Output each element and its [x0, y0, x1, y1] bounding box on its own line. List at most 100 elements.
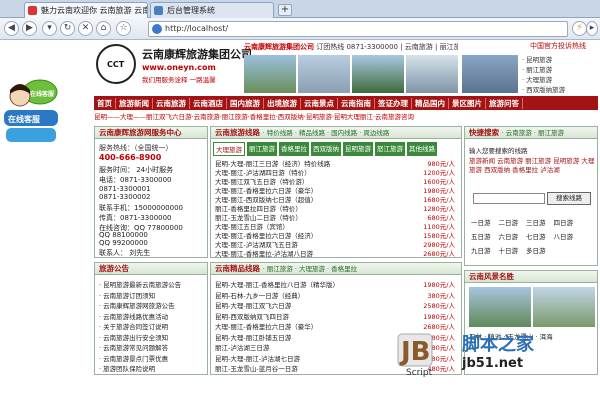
announcement-item[interactable]: · 关于旅游合同签订说明 — [99, 321, 205, 331]
search-input[interactable] — [473, 193, 545, 204]
day-filter-link[interactable]: 多日游 — [526, 245, 546, 255]
search-hint: 输入您要搜索的线路 — [469, 147, 528, 155]
day-filter-link[interactable]: 十日游 — [499, 245, 519, 255]
online-service-widget[interactable] — [2, 72, 58, 144]
search-button[interactable]: 搜索线路 — [547, 192, 591, 205]
subtab-dali[interactable]: 大理旅游 — [213, 142, 245, 156]
menu-item-guide[interactable]: 云南指南 — [338, 97, 375, 109]
watermark-script: Script — [406, 368, 433, 378]
main-menu: 首页 旅游新闻 云南旅游 云南酒店 国内旅游 出境旅游 云南景点 云南指南 签证… — [94, 96, 598, 110]
menu-item-hotel[interactable]: 云南酒店 — [190, 97, 227, 109]
home-icon[interactable]: ⌂ — [96, 21, 111, 36]
url-text: http://localhost/ — [165, 24, 229, 33]
premium-route-title[interactable]: 昆明-石林-九乡一日游（经典） — [215, 290, 405, 300]
news-ticker[interactable]: 昆明——大理——丽江双飞六日游·云南旅游·丽江旅游·香格里拉·西双版纳·昆明旅游… — [94, 111, 598, 121]
forward-arrow-icon[interactable]: ▶ — [22, 21, 37, 36]
day-filter-link[interactable]: 三日游 — [526, 217, 546, 227]
premium-route-title[interactable]: 丽江-玉龙雪山-蓝月谷一日游 — [215, 363, 405, 373]
day-filter-link[interactable]: 九日游 — [471, 245, 491, 255]
qq-link[interactable]: QQ 99200000 — [99, 239, 148, 247]
reload-icon[interactable]: ↻ — [60, 21, 75, 36]
premium-route-price: 2580元/人 — [423, 302, 455, 310]
subtab-nujiang[interactable]: 怒江旅游 — [375, 142, 405, 156]
announcement-item[interactable]: · 云南旅游订团须知 — [99, 290, 205, 300]
new-tab-button[interactable]: + — [278, 4, 292, 16]
menu-item-home[interactable]: 首页 — [94, 97, 116, 109]
menu-item-scenic[interactable]: 云南景点 — [301, 97, 338, 109]
tab-bar: 魅力云南欢迎你 云南旅游 云南... 后台管理系统 + — [0, 0, 600, 18]
premium-route-price: 1980元/人 — [423, 312, 455, 321]
day-filter-link[interactable]: 五日游 — [471, 231, 491, 241]
subtab-lijiang[interactable]: 丽江旅游 — [247, 142, 277, 156]
history-icon[interactable]: ☆ — [116, 21, 131, 36]
premium-route-title[interactable]: 昆明-大理-丽江-香格里拉八日游（精华版） — [215, 279, 405, 289]
hotline-links[interactable]: | 云南旅游 | 丽江旅游 | 云南旅游 | — [400, 43, 458, 51]
panel-links[interactable]: · 云南旅游 · 丽江旅游 — [502, 129, 564, 137]
panel-title: 云南康辉旅游网服务中心 — [95, 127, 207, 139]
menu-item-domestic[interactable]: 国内旅游 — [227, 97, 264, 109]
navigation-bar: ◀ ▶ ▾ ↻ ✕ ⌂ ☆ http://localhost/ ⚡ ▸ — [0, 18, 600, 40]
back-arrow-icon[interactable]: ◀ — [4, 21, 19, 36]
announcement-item[interactable]: · 云南旅游常见问题解答 — [99, 342, 205, 352]
search-tags[interactable]: 旅游新闻 云南旅游 丽江旅游 昆明旅游 大理旅游 西双版纳 香格里拉 泸沽湖 — [469, 157, 595, 175]
announcement-item[interactable]: · 云南旅游景点门票优惠 — [99, 353, 205, 363]
panel-title: 云南风景名胜 — [465, 271, 597, 283]
address-bar[interactable]: http://localhost/ — [148, 21, 568, 37]
premium-route-title[interactable]: 昆明-西双版纳双飞四日游 — [215, 311, 405, 321]
scenic-photo[interactable] — [469, 287, 531, 327]
day-filter-link[interactable]: 七日游 — [526, 231, 546, 241]
day-filter-link[interactable]: 六日游 — [499, 231, 519, 241]
menu-item-photos[interactable]: 景区图片 — [449, 97, 486, 109]
subtab-other[interactable]: 其他线路 — [407, 142, 437, 156]
panel-links[interactable]: · 丽江旅游 · 大理旅游 · 香格里拉 — [263, 265, 358, 273]
route-item-title[interactable]: 大理-丽江-香格里拉-泸沽湖八日游 — [215, 248, 405, 258]
announcement-panel: 旅游公告 · 昆明旅游最新云南旅游公告 · 云南旅游订团须知 · 云南康辉旅游网旅游… — [94, 262, 208, 375]
side-link[interactable]: · 昆明旅游 — [522, 55, 598, 65]
tab-label: 后台管理系统 — [167, 6, 215, 15]
bolt-icon[interactable]: ⚡ — [572, 21, 587, 36]
side-link[interactable]: · 大理旅游 — [522, 75, 598, 85]
announcement-item[interactable]: · 云南旅游线路优惠活动 — [99, 311, 205, 321]
tab-label: 魅力云南欢迎你 云南旅游 云南... — [41, 6, 148, 15]
city-photo — [462, 55, 518, 93]
menu-item-premium[interactable]: 精品国内 — [412, 97, 449, 109]
tab-yunnan-travel[interactable]: 魅力云南欢迎你 云南旅游 云南... — [24, 2, 148, 18]
hotline-label: 云南康辉旅游集团公司 — [244, 43, 314, 51]
day-filter-link[interactable]: 四日游 — [554, 217, 574, 227]
stop-icon[interactable]: ✕ — [78, 21, 93, 36]
side-link[interactable]: · 西双版纳旅游 — [522, 85, 598, 95]
day-filter-link[interactable]: 二日游 — [499, 217, 519, 227]
panel-links[interactable]: · 特价线路 · 精品线路 · 国内线路 · 周边线路 — [263, 129, 390, 137]
scenic-photo[interactable] — [533, 287, 595, 327]
premium-route-title[interactable]: 昆明-大理-丽江-泸沽湖七日游 — [215, 353, 405, 363]
dropdown-icon[interactable]: ▾ — [42, 21, 57, 36]
premium-route-title[interactable]: 大理-丽江-香格里拉六日游（豪华） — [215, 321, 405, 331]
menu-item-qa[interactable]: 旅游问答 — [486, 97, 523, 109]
tab-admin[interactable]: 后台管理系统 — [150, 2, 274, 18]
announcement-item[interactable]: · 云南康辉旅游网旅游公告 — [99, 300, 205, 310]
premium-route-title[interactable]: 丽江-泸沽湖三日游 — [215, 342, 405, 352]
qq-link[interactable]: QQ 88100000 — [99, 231, 148, 239]
menu-item-yunnan-travel[interactable]: 云南旅游 — [153, 97, 190, 109]
panel-title: 快捷搜索 · 云南旅游 · 丽江旅游 — [465, 127, 597, 139]
announcement-item[interactable]: · 云南旅游出行安全须知 — [99, 332, 205, 342]
premium-route-title[interactable]: 昆明-大理-丽江卧铺五日游 — [215, 332, 405, 342]
menu-item-visa[interactable]: 签证办理 — [375, 97, 412, 109]
premium-route-title[interactable]: 昆明-大理-丽江双飞六日游 — [215, 300, 405, 310]
header-photo-strip — [244, 55, 458, 93]
brand-logo[interactable]: CCT — [96, 44, 136, 84]
subtab-shangrila[interactable]: 香格里拉 — [279, 142, 309, 156]
announcement-item[interactable]: · 昆明旅游最新云南旅游公告 — [99, 279, 205, 289]
day-filter-link[interactable]: 八日游 — [554, 231, 574, 241]
scenic-photo — [352, 55, 404, 93]
complaint-link[interactable]: 中国官方投诉热线 — [530, 41, 586, 51]
side-link[interactable]: · 丽江旅游 — [522, 65, 598, 75]
menu-item-outbound[interactable]: 出境旅游 — [264, 97, 301, 109]
menu-arrow-icon[interactable]: ▸ — [586, 21, 598, 36]
service-row: 传真：0871-3300000 — [99, 214, 172, 222]
subtab-xishuangbanna[interactable]: 西双版纳 — [311, 142, 341, 156]
subtab-kunming[interactable]: 昆明旅游 — [343, 142, 373, 156]
menu-item-news[interactable]: 旅游新闻 — [116, 97, 153, 109]
announcement-item[interactable]: · 旅游团队保险说明 — [99, 363, 205, 373]
day-filter-link[interactable]: 一日游 — [471, 217, 491, 227]
